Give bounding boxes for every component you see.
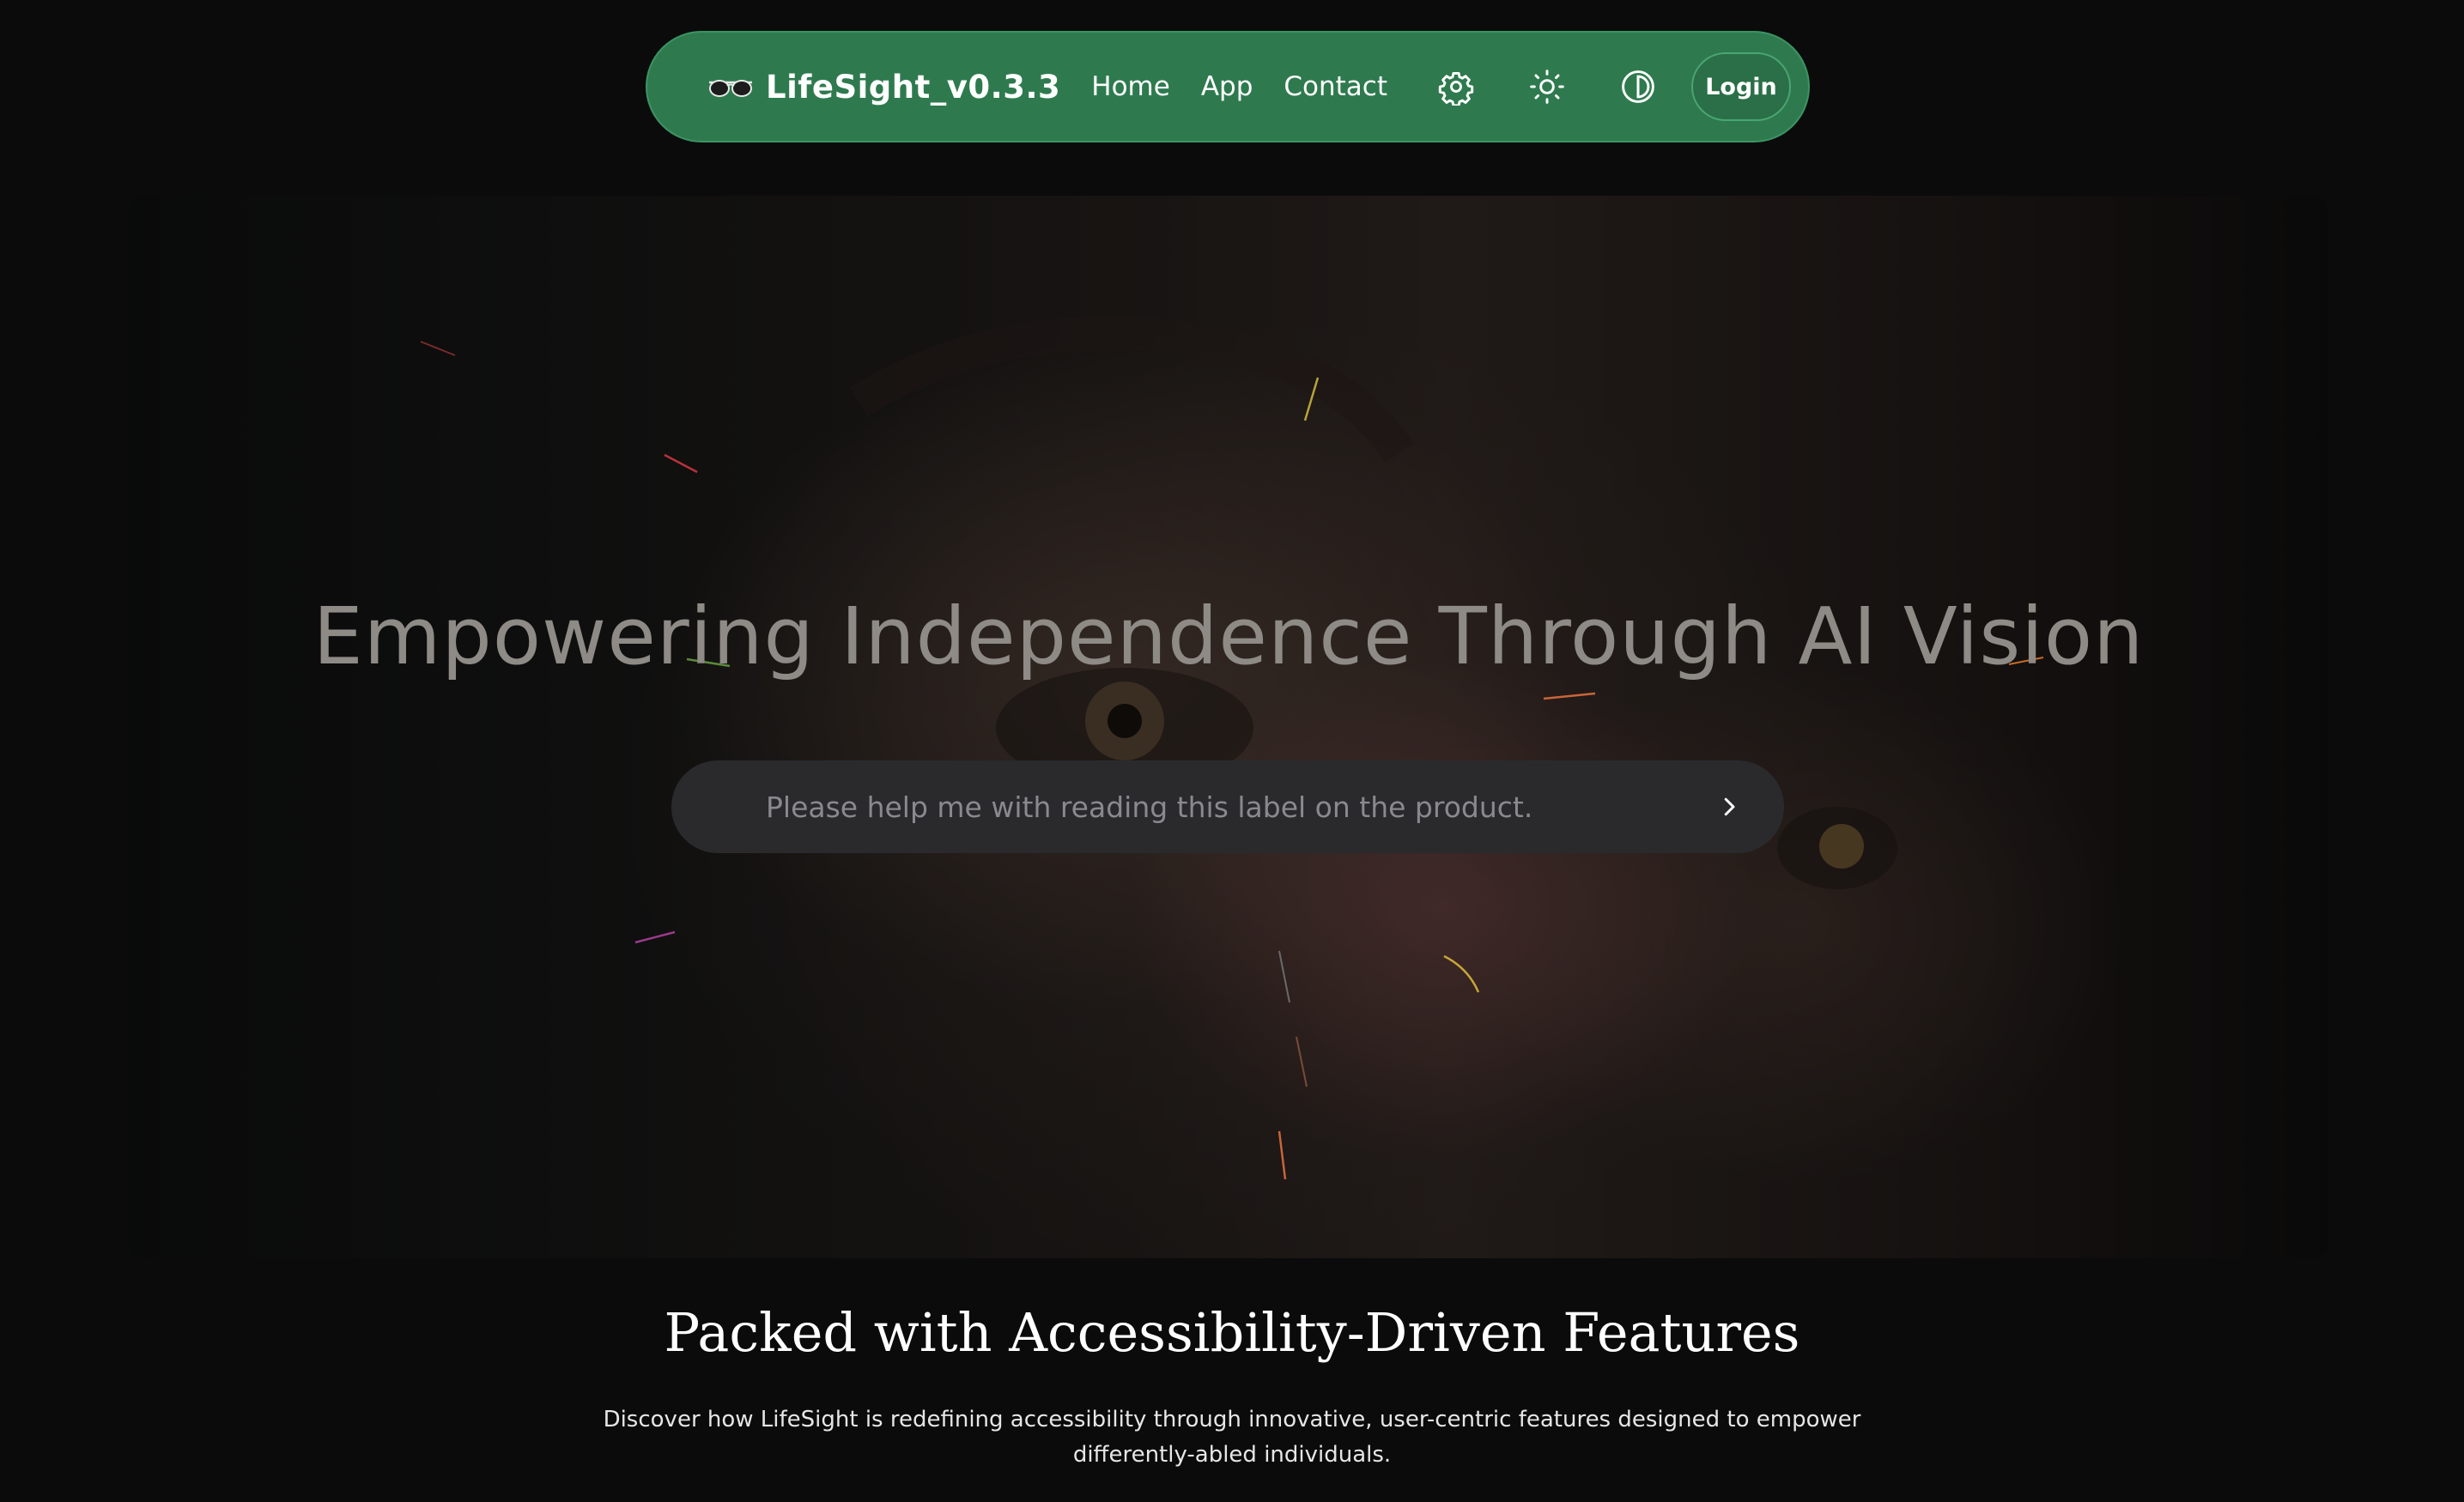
- hero-banner: Empowering Independence Through AI Visio…: [129, 196, 2328, 1258]
- search-input[interactable]: [764, 789, 1708, 825]
- nav-link-contact[interactable]: Contact: [1284, 71, 1387, 102]
- gear-icon[interactable]: [1437, 66, 1475, 107]
- brand-name: LifeSight_v0.3.3: [766, 68, 1061, 106]
- sunglasses-icon: [707, 74, 754, 100]
- nav-link-app[interactable]: App: [1201, 71, 1253, 102]
- features-heading: Packed with Accessibility-Driven Feature…: [664, 1301, 1800, 1364]
- sun-icon[interactable]: [1528, 66, 1566, 107]
- hero-decorative-streaks: [420, 316, 2044, 1180]
- navbar: LifeSight_v0.3.3 Home App Contact Login: [646, 31, 1810, 142]
- search-bar: [671, 760, 1784, 853]
- login-button[interactable]: Login: [1690, 52, 1791, 121]
- hero-title: Empowering Independence Through AI Visio…: [313, 591, 2145, 682]
- nav-link-home[interactable]: Home: [1091, 71, 1170, 102]
- contrast-icon[interactable]: [1619, 66, 1657, 107]
- brand[interactable]: LifeSight_v0.3.3: [707, 69, 1060, 106]
- chevron-right-icon[interactable]: [1708, 786, 1750, 827]
- features-description: Discover how LifeSight is redefining acc…: [603, 1407, 1861, 1468]
